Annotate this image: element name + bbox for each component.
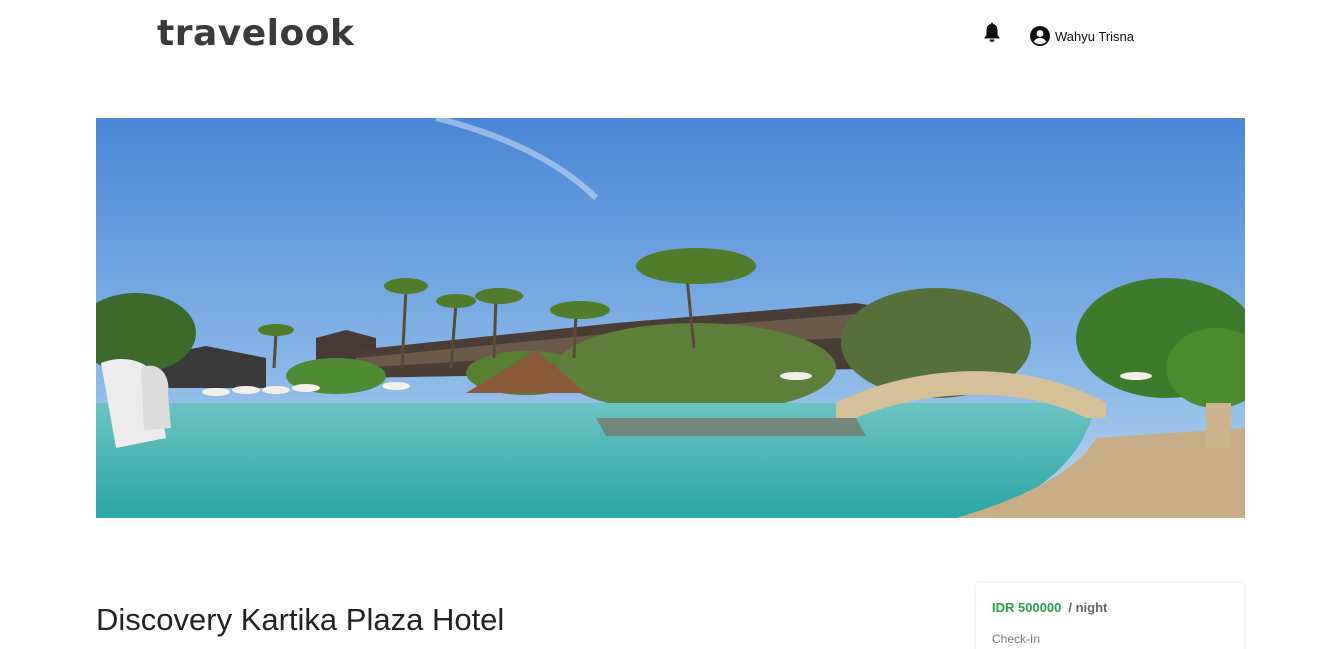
booking-card: IDR 500000 / night Check-In	[976, 583, 1244, 649]
price-unit: / night	[1068, 600, 1108, 615]
logo-text: travelook	[157, 13, 355, 54]
notification-bell-icon[interactable]	[982, 22, 1002, 44]
logo[interactable]: travelook	[157, 14, 354, 54]
user-name: Wahyu Trisna	[1055, 28, 1134, 44]
page: travelook Wahyu Trisna Discovery Kartika…	[0, 0, 1336, 649]
hotel-title: Discovery Kartika Plaza Hotel	[96, 602, 505, 637]
user-menu[interactable]: Wahyu Trisna	[1030, 25, 1134, 47]
price-amount: IDR 500000	[992, 600, 1062, 615]
price-row: IDR 500000 / night	[992, 600, 1228, 615]
account-circle-icon	[1030, 26, 1050, 46]
checkin-label: Check-In	[992, 632, 1041, 646]
hero-image	[96, 118, 1245, 518]
